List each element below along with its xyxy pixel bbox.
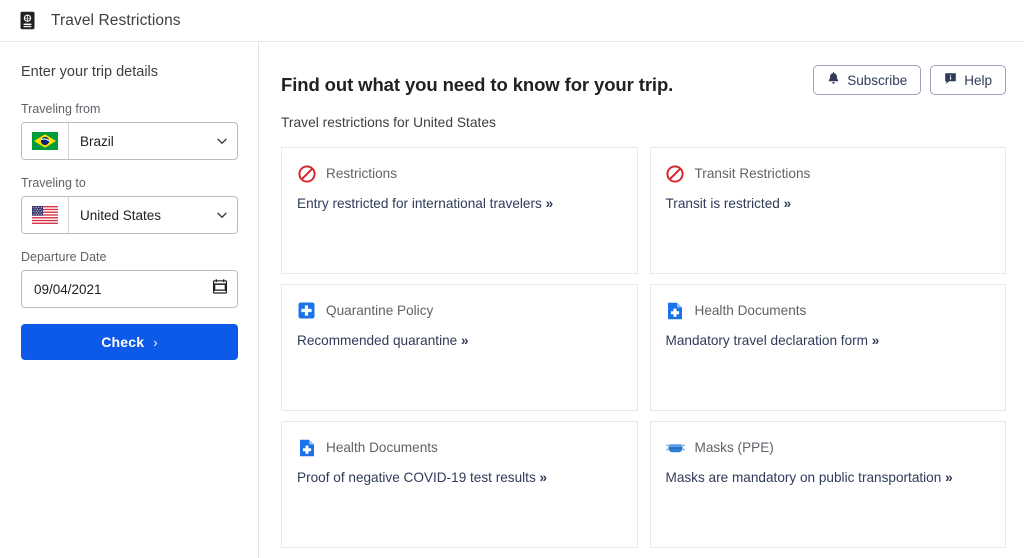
traveling-to-select[interactable]: United States xyxy=(21,196,238,234)
restriction-card[interactable]: Health Documents Mandatory travel declar… xyxy=(649,284,1006,411)
app-body: Enter your trip details Traveling from B… xyxy=(0,42,1024,558)
brazil-flag xyxy=(22,123,69,159)
card-link-text: Transit is restricted xyxy=(665,196,780,211)
united-states-flag xyxy=(22,197,69,233)
card-link-chevrons: » xyxy=(783,196,792,211)
card-title: Health Documents xyxy=(694,303,807,318)
card-title: Health Documents xyxy=(326,440,438,455)
departure-date-value: 09/04/2021 xyxy=(34,281,102,297)
departure-date-label: Departure Date xyxy=(21,250,107,264)
card-link-chevrons: » xyxy=(539,470,548,485)
traveling-from-value-cell[interactable]: Brazil xyxy=(69,123,237,159)
sidebar-heading: Enter your trip details xyxy=(21,64,159,80)
traveling-from-field: Traveling from Brazil xyxy=(21,102,238,160)
passport-icon xyxy=(16,10,38,32)
card-title: Restrictions xyxy=(326,166,398,181)
traveling-to-label: Traveling to xyxy=(21,176,86,190)
card-header: Restrictions xyxy=(297,164,621,183)
card-header: Health Documents xyxy=(666,301,990,320)
card-link-chevrons: » xyxy=(461,333,469,348)
window-title-bar: Travel Restrictions xyxy=(0,0,1024,42)
comment-icon xyxy=(944,72,957,88)
card-title: Quarantine Policy xyxy=(326,303,434,318)
medical-document-icon xyxy=(666,301,685,320)
card-title: Transit Restrictions xyxy=(694,166,811,181)
chevron-down-icon xyxy=(217,212,227,218)
traveling-from-label: Traveling from xyxy=(21,102,101,116)
main-header: Find out what you need to know for your … xyxy=(281,64,1006,96)
card-link-text: Mandatory travel declaration form xyxy=(665,333,869,348)
bell-icon xyxy=(827,71,840,89)
restriction-card[interactable]: Health Documents Proof of negative COVID… xyxy=(281,421,638,548)
window-title: Travel Restrictions xyxy=(51,11,181,29)
card-link-chevrons: » xyxy=(545,196,554,211)
card-link-chevrons: » xyxy=(945,470,953,485)
card-title: Masks (PPE) xyxy=(694,440,774,455)
check-button-label: Check xyxy=(101,334,145,350)
help-button-label: Help xyxy=(964,72,992,88)
card-header: Health Documents xyxy=(297,438,621,457)
main-content: Find out what you need to know for your … xyxy=(259,42,1024,558)
page-subtitle: Travel restrictions for United States xyxy=(281,115,496,130)
card-link[interactable]: Entry restricted for international trave… xyxy=(297,196,621,211)
traveling-from-select[interactable]: Brazil xyxy=(21,122,238,160)
card-link-text: Entry restricted for international trave… xyxy=(297,196,542,211)
help-button[interactable]: Help xyxy=(930,65,1006,95)
face-mask-icon xyxy=(666,438,685,457)
card-header: Quarantine Policy xyxy=(297,301,621,320)
card-link[interactable]: Transit is restricted » xyxy=(666,196,990,211)
no-entry-icon xyxy=(297,164,316,183)
medical-document-icon xyxy=(297,438,316,457)
card-header: Masks (PPE) xyxy=(666,438,990,457)
check-button[interactable]: Check › xyxy=(21,324,238,360)
traveling-to-value: United States xyxy=(80,207,162,223)
page-title: Find out what you need to know for your … xyxy=(281,74,674,95)
check-button-arrow: › xyxy=(153,334,158,350)
departure-date-field: Departure Date 09/04/2021 xyxy=(21,250,238,308)
trip-details-sidebar: Enter your trip details Traveling from B… xyxy=(0,42,259,558)
calendar-icon[interactable] xyxy=(213,279,228,299)
traveling-to-field: Traveling to United States xyxy=(21,176,238,234)
card-link[interactable]: Mandatory travel declaration form » xyxy=(666,333,990,348)
restriction-card[interactable]: Restrictions Entry restricted for intern… xyxy=(281,147,638,274)
subscribe-button[interactable]: Subscribe xyxy=(813,65,922,95)
restriction-card[interactable]: Quarantine Policy Recommended quarantine… xyxy=(281,284,638,411)
departure-date-input[interactable]: 09/04/2021 xyxy=(21,270,238,308)
chevron-down-icon xyxy=(217,138,227,144)
card-header: Transit Restrictions xyxy=(666,164,990,183)
restriction-cards-grid: Restrictions Entry restricted for intern… xyxy=(281,147,1006,548)
card-link-text: Proof of negative COVID-19 test results xyxy=(297,470,536,485)
card-link-text: Recommended quarantine xyxy=(297,333,458,348)
traveling-to-value-cell[interactable]: United States xyxy=(69,197,237,233)
restriction-card[interactable]: Masks (PPE) Masks are mandatory on publi… xyxy=(649,421,1006,548)
card-link-chevrons: » xyxy=(871,333,880,348)
medical-cross-icon xyxy=(297,301,316,320)
traveling-from-value: Brazil xyxy=(80,133,114,149)
subscribe-button-label: Subscribe xyxy=(847,72,908,88)
travel-restrictions-app: Travel Restrictions Enter your trip deta… xyxy=(0,0,1024,558)
restriction-card[interactable]: Transit Restrictions Transit is restrict… xyxy=(649,147,1006,274)
card-link[interactable]: Recommended quarantine » xyxy=(297,333,621,348)
card-link[interactable]: Proof of negative COVID-19 test results … xyxy=(297,470,621,485)
card-link-text: Masks are mandatory on public transporta… xyxy=(665,470,942,485)
no-entry-icon xyxy=(666,164,685,183)
header-actions: Subscribe Help xyxy=(813,64,1006,95)
card-link[interactable]: Masks are mandatory on public transporta… xyxy=(666,470,990,485)
